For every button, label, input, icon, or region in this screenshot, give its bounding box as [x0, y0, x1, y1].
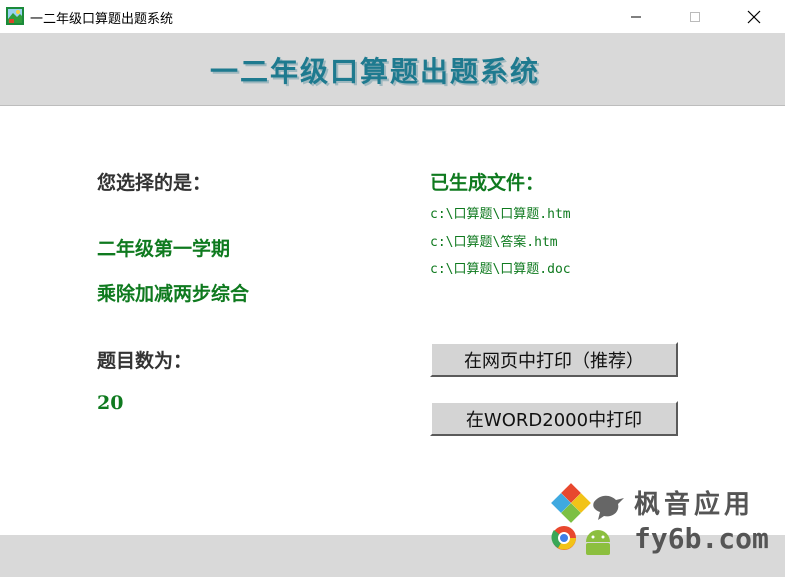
count-value: 20: [97, 392, 124, 414]
close-icon: [747, 10, 761, 23]
selected-problem-type: 乘除加减两步综合: [97, 283, 250, 305]
watermark-logo-icon: [551, 483, 624, 555]
minimize-icon: [631, 16, 641, 17]
selection-heading: 您选择的是：: [97, 172, 212, 194]
file-path-item: c:\口算题\答案.htm: [430, 235, 558, 250]
count-heading: 题目数为：: [97, 350, 193, 372]
minimize-button[interactable]: [613, 0, 659, 33]
maximize-icon: [690, 11, 700, 22]
window-title: 一二年级口算题出题系统: [30, 12, 174, 27]
maximize-button[interactable]: [672, 0, 718, 33]
files-heading: 已生成文件：: [430, 172, 545, 194]
print-web-button[interactable]: 在网页中打印（推荐）: [430, 342, 678, 377]
app-icon: [6, 7, 24, 25]
close-button[interactable]: [731, 0, 777, 33]
watermark-text-url: fy6b.com: [634, 522, 769, 555]
app-window: 一二年级口算题出题系统 一二年级口算题出题系统 您选择的是： 二年级第一学期 乘…: [0, 0, 785, 577]
print-word-button[interactable]: 在WORD2000中打印: [430, 401, 678, 436]
watermark-text-cn: 枫音应用: [634, 490, 755, 520]
selected-grade: 二年级第一学期: [97, 238, 231, 260]
file-path-item: c:\口算题\口算题.htm: [430, 207, 571, 222]
page-title: 一二年级口算题出题系统: [210, 55, 541, 88]
header-band: 一二年级口算题出题系统: [0, 33, 785, 106]
title-bar[interactable]: 一二年级口算题出题系统: [0, 0, 785, 34]
watermark: 枫音应用 fy6b.com: [550, 480, 780, 560]
file-path-item: c:\口算题\口算题.doc: [430, 262, 571, 277]
